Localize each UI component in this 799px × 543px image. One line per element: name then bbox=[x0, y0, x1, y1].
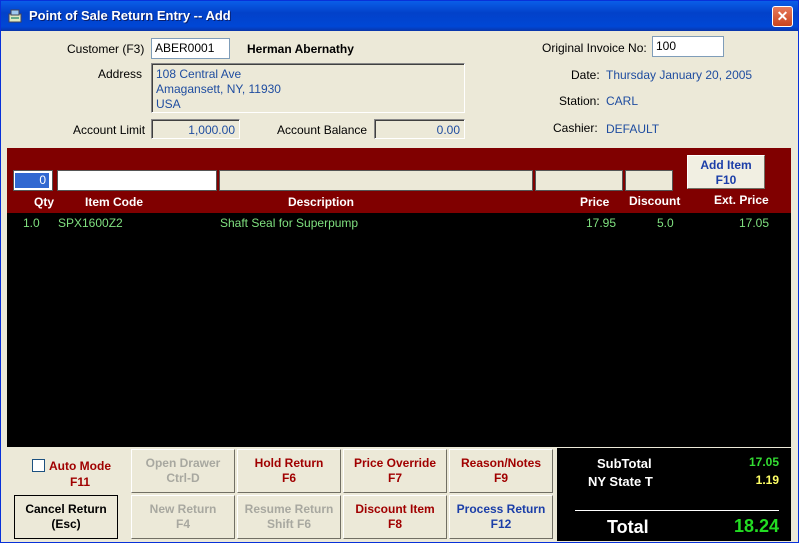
tax-value: 1.19 bbox=[755, 473, 779, 487]
close-button[interactable]: ✕ bbox=[772, 6, 793, 27]
open-drawer-key: Ctrl-D bbox=[166, 471, 200, 485]
row-description: Shaft Seal for Superpump bbox=[220, 216, 359, 230]
account-balance-label: Account Balance bbox=[277, 123, 368, 137]
cancel-return-key: (Esc) bbox=[51, 517, 81, 531]
row-ext-price: 17.05 bbox=[739, 216, 770, 230]
customer-name: Herman Abernathy bbox=[247, 42, 354, 56]
add-item-key: F10 bbox=[715, 173, 737, 187]
qty-input-value: 0 bbox=[15, 173, 49, 188]
price-override-label: Price Override bbox=[353, 456, 437, 470]
hold-return-key: F6 bbox=[281, 471, 296, 485]
auto-mode-label-block: Auto Mode F11 bbox=[49, 458, 111, 490]
date-label: Date: bbox=[571, 68, 600, 82]
address-box: 108 Central Ave Amagansett, NY, 11930 US… bbox=[151, 63, 465, 113]
app-icon bbox=[8, 9, 22, 23]
cancel-return-button[interactable]: Cancel Return (Esc) bbox=[14, 495, 118, 539]
auto-mode-label: Auto Mode bbox=[49, 459, 111, 473]
column-header-price: Price bbox=[580, 195, 610, 209]
window-title: Point of Sale Return Entry -- Add bbox=[29, 8, 231, 23]
auto-mode-checkbox[interactable] bbox=[32, 459, 45, 472]
address-line-3: USA bbox=[156, 97, 181, 111]
reason-notes-button[interactable]: Reason/Notes F9 bbox=[449, 449, 553, 493]
discount-item-button[interactable]: Discount Item F8 bbox=[343, 495, 447, 539]
row-price: 17.95 bbox=[586, 216, 617, 230]
price-override-key: F7 bbox=[387, 471, 402, 485]
pos-return-window: Point of Sale Return Entry -- Add ✕ Cust… bbox=[0, 0, 799, 543]
new-return-label: New Return bbox=[149, 502, 217, 516]
subtotal-value: 17.05 bbox=[748, 455, 779, 469]
total-label: Total bbox=[607, 517, 649, 537]
station-value: CARL bbox=[606, 94, 639, 108]
account-balance-value: 0.00 bbox=[374, 119, 465, 139]
column-header-qty: Qty bbox=[34, 195, 55, 209]
row-discount: 5.0 bbox=[657, 216, 674, 230]
customer-label: Customer (F3) bbox=[67, 42, 145, 56]
column-header-item-code: Item Code bbox=[85, 195, 144, 209]
resume-return-button[interactable]: Resume Return Shift F6 bbox=[237, 495, 341, 539]
address-line-2: Amagansett, NY, 11930 bbox=[156, 82, 281, 96]
original-invoice-input[interactable]: 100 bbox=[652, 36, 724, 57]
tax-label: NY State T bbox=[588, 474, 653, 489]
address-label: Address bbox=[98, 67, 143, 81]
reason-notes-label: Reason/Notes bbox=[460, 456, 542, 470]
add-item-label: Add Item bbox=[700, 158, 752, 172]
column-header-ext-price: Ext. Price bbox=[714, 193, 769, 207]
totals-panel: SubTotal 17.05 NY State T 1.19 Total 18.… bbox=[557, 448, 791, 541]
open-drawer-label: Open Drawer bbox=[145, 456, 221, 470]
row-qty: 1.0 bbox=[23, 216, 40, 230]
reason-notes-key: F9 bbox=[493, 471, 508, 485]
row-item-code: SPX1600Z2 bbox=[58, 216, 123, 230]
process-return-button[interactable]: Process Return F12 bbox=[449, 495, 553, 539]
price-input bbox=[535, 170, 623, 191]
address-line-1: 108 Central Ave bbox=[156, 67, 242, 81]
discount-item-label: Discount Item bbox=[355, 502, 435, 516]
total-value: 18.24 bbox=[733, 516, 779, 536]
add-item-button[interactable]: Add Item F10 bbox=[687, 155, 765, 189]
cancel-return-label: Cancel Return bbox=[25, 502, 107, 516]
items-grid[interactable]: 1.0 SPX1600Z2 Shaft Seal for Superpump 1… bbox=[7, 213, 791, 447]
description-input bbox=[219, 170, 533, 191]
price-override-button[interactable]: Price Override F7 bbox=[343, 449, 447, 493]
date-value: Thursday January 20, 2005 bbox=[606, 68, 753, 82]
process-return-key: F12 bbox=[490, 517, 512, 531]
original-invoice-label: Original Invoice No: bbox=[542, 41, 647, 55]
process-return-label: Process Return bbox=[456, 502, 546, 516]
station-label: Station: bbox=[559, 94, 600, 108]
item-code-input[interactable] bbox=[57, 170, 217, 191]
resume-return-key: Shift F6 bbox=[267, 517, 311, 531]
auto-mode-key: F11 bbox=[69, 475, 90, 489]
customer-code-input[interactable]: ABER0001 bbox=[151, 38, 230, 59]
account-limit-value: 1,000.00 bbox=[151, 119, 240, 139]
column-header-discount: Discount bbox=[629, 194, 681, 208]
cashier-label: Cashier: bbox=[553, 121, 598, 135]
discount-item-key: F8 bbox=[387, 517, 402, 531]
column-header-description: Description bbox=[288, 195, 355, 209]
subtotal-label: SubTotal bbox=[597, 456, 652, 471]
account-limit-label: Account Limit bbox=[73, 123, 146, 137]
hold-return-button[interactable]: Hold Return F6 bbox=[237, 449, 341, 493]
new-return-button[interactable]: New Return F4 bbox=[131, 495, 235, 539]
open-drawer-button[interactable]: Open Drawer Ctrl-D bbox=[131, 449, 235, 493]
totals-divider bbox=[575, 510, 779, 511]
discount-input bbox=[625, 170, 673, 191]
close-icon: ✕ bbox=[776, 8, 789, 24]
new-return-key: F4 bbox=[175, 517, 190, 531]
cashier-value: DEFAULT bbox=[606, 122, 660, 136]
title-bar: Point of Sale Return Entry -- Add ✕ bbox=[1, 1, 798, 31]
hold-return-label: Hold Return bbox=[254, 456, 324, 470]
resume-return-label: Resume Return bbox=[244, 502, 334, 516]
